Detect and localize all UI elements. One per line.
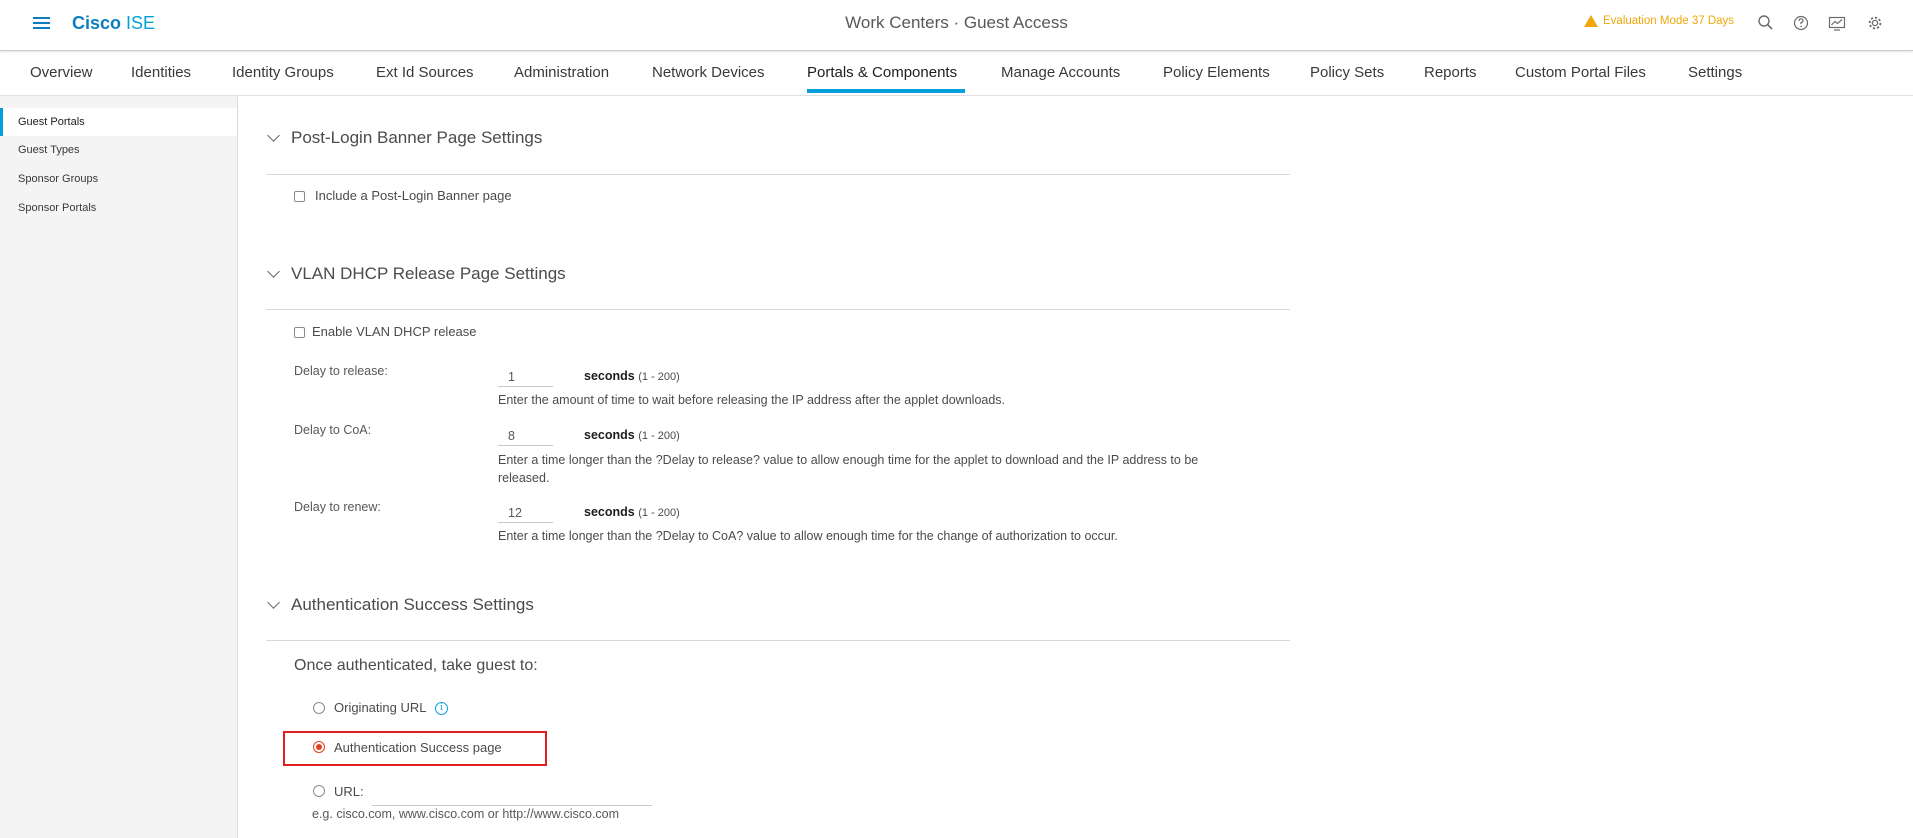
delay-coa-input[interactable] [498, 426, 553, 446]
section-post-login-banner[interactable]: Post-Login Banner Page Settings [266, 128, 542, 148]
vlan-dhcp-release-label: Enable VLAN DHCP release [312, 324, 477, 339]
delay-release-help: Enter the amount of time to wait before … [498, 393, 1006, 407]
delay-release-input[interactable] [498, 367, 553, 387]
evaluation-mode-badge[interactable]: Evaluation Mode 37 Days [1584, 15, 1734, 27]
post-login-banner-label: Include a Post-Login Banner page [315, 188, 512, 203]
tab-custom-portal-files[interactable]: Custom Portal Files [1515, 64, 1646, 81]
sidebar-item-sponsor-groups[interactable]: Sponsor Groups [0, 165, 237, 193]
tab-ext-id-sources[interactable]: Ext Id Sources [376, 64, 474, 81]
post-login-banner-checkbox[interactable] [294, 191, 305, 202]
url-example-hint: e.g. cisco.com, www.cisco.com or http://… [312, 807, 620, 821]
auth-success-page-label: Authentication Success page [334, 740, 502, 755]
active-tab-indicator [807, 89, 965, 93]
section-vlan-dhcp-release[interactable]: VLAN DHCP Release Page Settings [266, 264, 566, 284]
originating-url-radio[interactable] [313, 702, 325, 714]
tab-administration[interactable]: Administration [514, 64, 609, 81]
originating-url-label: Originating URL [334, 700, 427, 715]
tab-portals-components[interactable]: Portals & Components [807, 64, 957, 81]
evaluation-mode-label: Evaluation Mode 37 Days [1603, 15, 1735, 27]
sidebar-item-guest-portals[interactable]: Guest Portals [0, 108, 237, 136]
chevron-down-icon [267, 595, 280, 609]
tab-policy-elements[interactable]: Policy Elements [1163, 64, 1270, 81]
delay-renew-input[interactable] [498, 503, 553, 523]
auth-success-prompt: Once authenticated, take guest to: [294, 657, 538, 674]
delay-coa-unit: seconds (1 - 200) [584, 428, 680, 442]
sidebar: Guest Portals Guest Types Sponsor Groups… [0, 96, 238, 838]
chevron-down-icon [267, 264, 280, 278]
divider [266, 174, 1290, 175]
tab-overview[interactable]: Overview [30, 64, 93, 81]
brand-logo[interactable]: Cisco ISE [72, 13, 155, 34]
top-header: Cisco ISE Work Centers · Guest Access Ev… [0, 0, 1913, 51]
gear-icon[interactable] [1865, 13, 1885, 33]
delay-renew-help: Enter a time longer than the ?Delay to C… [498, 529, 1118, 543]
info-icon[interactable]: i [435, 702, 448, 715]
auth-success-page-radio[interactable] [313, 741, 325, 753]
section-title: VLAN DHCP Release Page Settings [291, 264, 566, 283]
search-icon[interactable] [1756, 13, 1776, 33]
menu-icon[interactable] [33, 17, 50, 30]
sidebar-item-sponsor-portals[interactable]: Sponsor Portals [0, 194, 237, 222]
help-icon[interactable] [1791, 13, 1811, 33]
delay-coa-help: Enter a time longer than the ?Delay to r… [498, 453, 1199, 485]
chevron-down-icon [267, 128, 280, 142]
tab-identities[interactable]: Identities [131, 64, 191, 81]
section-title: Post-Login Banner Page Settings [291, 128, 543, 147]
divider [266, 309, 1290, 310]
section-auth-success[interactable]: Authentication Success Settings [266, 595, 534, 615]
warning-icon [1584, 15, 1598, 27]
delay-release-label: Delay to release: [294, 364, 388, 378]
tab-policy-sets[interactable]: Policy Sets [1310, 64, 1384, 81]
delay-renew-label: Delay to renew: [294, 500, 381, 514]
sidebar-item-guest-types[interactable]: Guest Types [0, 136, 237, 164]
url-radio[interactable] [313, 785, 325, 797]
tab-settings[interactable]: Settings [1688, 64, 1742, 81]
section-title: Authentication Success Settings [291, 595, 534, 614]
tab-network-devices[interactable]: Network Devices [652, 64, 765, 81]
delay-release-unit: seconds (1 - 200) [584, 369, 680, 383]
delay-renew-unit: seconds (1 - 200) [584, 505, 680, 519]
divider [266, 640, 1290, 641]
dashboard-icon[interactable] [1827, 13, 1847, 33]
delay-coa-label: Delay to CoA: [294, 423, 372, 437]
tab-manage-accounts[interactable]: Manage Accounts [1001, 64, 1120, 81]
url-input[interactable] [372, 786, 652, 806]
vlan-dhcp-release-checkbox[interactable] [294, 327, 305, 338]
tab-reports[interactable]: Reports [1424, 64, 1477, 81]
tab-identity-groups[interactable]: Identity Groups [232, 64, 334, 81]
url-label: URL: [334, 784, 364, 799]
